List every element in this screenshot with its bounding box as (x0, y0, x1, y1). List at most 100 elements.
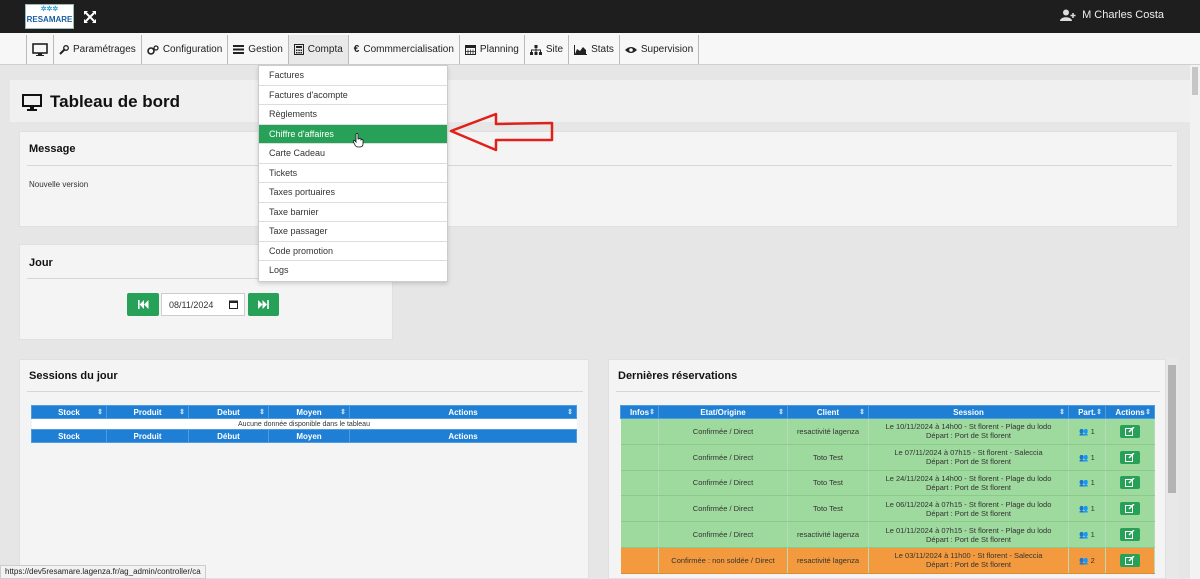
edit-icon (1125, 452, 1135, 462)
client-cell: Toto Test (787, 470, 869, 497)
user-name: M Charles Costa (1082, 9, 1164, 21)
dropdown-item-code-promotion[interactable]: Code promotion (259, 242, 447, 261)
etat-cell: Confirmée / Direct (658, 418, 788, 445)
column-header[interactable]: Moyen ⇕ (268, 405, 350, 419)
column-header[interactable]: Debut ⇕ (188, 405, 269, 419)
edit-button[interactable] (1120, 476, 1140, 490)
client-cell: Toto Test (787, 444, 869, 471)
sitemap-icon (529, 44, 542, 55)
footer-header: Début (188, 429, 269, 443)
column-header[interactable]: Actions ⇕ (349, 405, 577, 419)
dropdown-item-factures[interactable]: Factures (259, 66, 447, 86)
column-header[interactable]: Stock ⇕ (31, 405, 107, 419)
edit-icon (1125, 478, 1135, 488)
calendar-icon (464, 45, 476, 55)
etat-cell: Confirmée / Direct (658, 444, 788, 471)
hand-pointer-cursor-icon (353, 133, 364, 148)
menu-commercialisation[interactable]: € Commmercialisation (348, 35, 460, 64)
menu-label: Configuration (162, 44, 223, 55)
edit-button[interactable] (1120, 553, 1140, 567)
reservations-scrollbar[interactable] (1166, 357, 1178, 579)
session-cell: Le 01/11/2024 à 07h15 - St florent - Pla… (868, 521, 1069, 548)
column-header[interactable]: Client ⇕ (787, 405, 869, 419)
dropdown-item-reglements[interactable]: Règlements (259, 105, 447, 125)
list-icon (233, 45, 245, 54)
sort-icon: ⇕ (1096, 409, 1102, 416)
users-icon: 👥 (1079, 555, 1089, 565)
sort-icon: ⇕ (649, 409, 655, 416)
session-cell: Le 10/11/2024 à 14h00 - St florent - Pla… (868, 418, 1069, 445)
participants-cell: 👥 1 (1068, 418, 1106, 445)
cogs-icon (147, 44, 159, 55)
menu-compta[interactable]: Compta (288, 35, 349, 64)
table-row: Confirmée / Direct Toto Test Le 06/11/2024… (620, 495, 1155, 523)
menu-label: Commmercialisation (363, 44, 454, 55)
sort-icon: ⇕ (778, 409, 784, 416)
client-cell: resactivité lagenza (787, 521, 869, 548)
table-row: Confirmée / Direct Toto Test Le 24/11/2024… (620, 470, 1155, 497)
column-header[interactable]: Infos ⇕ (620, 405, 659, 419)
etat-cell: Confirmée / Direct (658, 495, 788, 523)
menu-stats[interactable]: Stats (569, 35, 620, 64)
column-header[interactable]: Actions ⇕ (1105, 405, 1155, 419)
previous-day-button[interactable] (127, 293, 159, 316)
edit-button[interactable] (1120, 502, 1140, 516)
menu-supervision[interactable]: Supervision (619, 35, 700, 64)
monitor-icon (22, 93, 42, 111)
menu-site[interactable]: Site (524, 35, 570, 64)
edit-button[interactable] (1120, 424, 1140, 438)
menu-parametrages[interactable]: Paramétrages (54, 35, 142, 64)
menu-configuration[interactable]: Configuration (141, 35, 229, 64)
menu-dashboard[interactable] (27, 35, 54, 64)
annotation-arrow-icon (449, 112, 554, 152)
session-cell: Le 07/11/2024 à 07h15 - St florent - Sal… (868, 444, 1069, 471)
column-header[interactable]: Produit ⇕ (106, 405, 189, 419)
fast-forward-icon (258, 300, 269, 309)
actions-cell (1105, 547, 1155, 574)
footer-header: Actions (349, 429, 577, 443)
scrollbar-thumb[interactable] (1168, 365, 1176, 493)
page-scrollbar[interactable] (1190, 65, 1200, 579)
sessions-panel: Sessions du jour (19, 359, 589, 579)
actions-cell (1105, 521, 1155, 548)
edit-button[interactable] (1120, 450, 1140, 464)
participants-cell: 👥 1 (1068, 444, 1106, 471)
dropdown-item-factures-acompte[interactable]: Factures d'acompte (259, 86, 447, 105)
edit-button[interactable] (1120, 528, 1140, 542)
date-input[interactable]: 08/11/2024 (161, 293, 245, 316)
jour-title: Jour (29, 257, 53, 269)
column-header[interactable]: Etat/Origine ⇕ (658, 405, 788, 419)
reservations-table: Infos ⇕ Etat/Origine ⇕ Client ⇕ Session ⇕ Pa… (620, 405, 1155, 574)
menu-planning[interactable]: Planning (459, 35, 525, 64)
infos-cell (620, 470, 659, 497)
message-text: Nouvelle version (29, 180, 89, 189)
user-menu[interactable]: M Charles Costa (1060, 9, 1164, 21)
etat-cell: Confirmée : non soldée / Direct (658, 547, 788, 574)
dropdown-item-taxe-barnier[interactable]: Taxe barnier (259, 203, 447, 222)
divider (616, 391, 1160, 392)
sort-icon: ⇕ (259, 409, 265, 416)
column-header[interactable]: Part. ⇕ (1068, 405, 1106, 419)
next-day-button[interactable] (248, 293, 279, 316)
table-row: Confirmée / Direct resactivité lagenza Le … (620, 521, 1155, 548)
sort-icon: ⇕ (859, 409, 865, 416)
users-icon: 👥 (1079, 478, 1089, 488)
calendar-icon[interactable] (229, 300, 238, 309)
sort-icon: ⇕ (97, 409, 103, 416)
dropdown-item-logs[interactable]: Logs (259, 261, 447, 281)
dropdown-item-tickets[interactable]: Tickets (259, 164, 447, 183)
fullscreen-expand-icon[interactable] (83, 10, 97, 24)
sessions-table: Stock ⇕ Produit ⇕ Debut ⇕ Moyen ⇕ Actions ⇕ A… (31, 405, 577, 443)
menu-label: Site (545, 44, 564, 55)
dropdown-item-taxes-portuaires[interactable]: Taxes portuaires (259, 183, 447, 203)
top-bar: ✲✲✲ RESAMARE M Charles Costa (0, 0, 1200, 33)
sort-icon: ⇕ (1145, 409, 1151, 416)
table-row: Confirmée : non soldée / Direct resactivi… (620, 547, 1155, 574)
column-header[interactable]: Session ⇕ (868, 405, 1069, 419)
scrollbar-thumb[interactable] (1192, 67, 1198, 95)
menu-gestion[interactable]: Gestion (228, 35, 289, 64)
dropdown-item-taxe-passager[interactable]: Taxe passager (259, 222, 447, 242)
resamare-logo[interactable]: ✲✲✲ RESAMARE (25, 4, 74, 29)
actions-cell (1105, 418, 1155, 445)
infos-cell (620, 418, 659, 445)
